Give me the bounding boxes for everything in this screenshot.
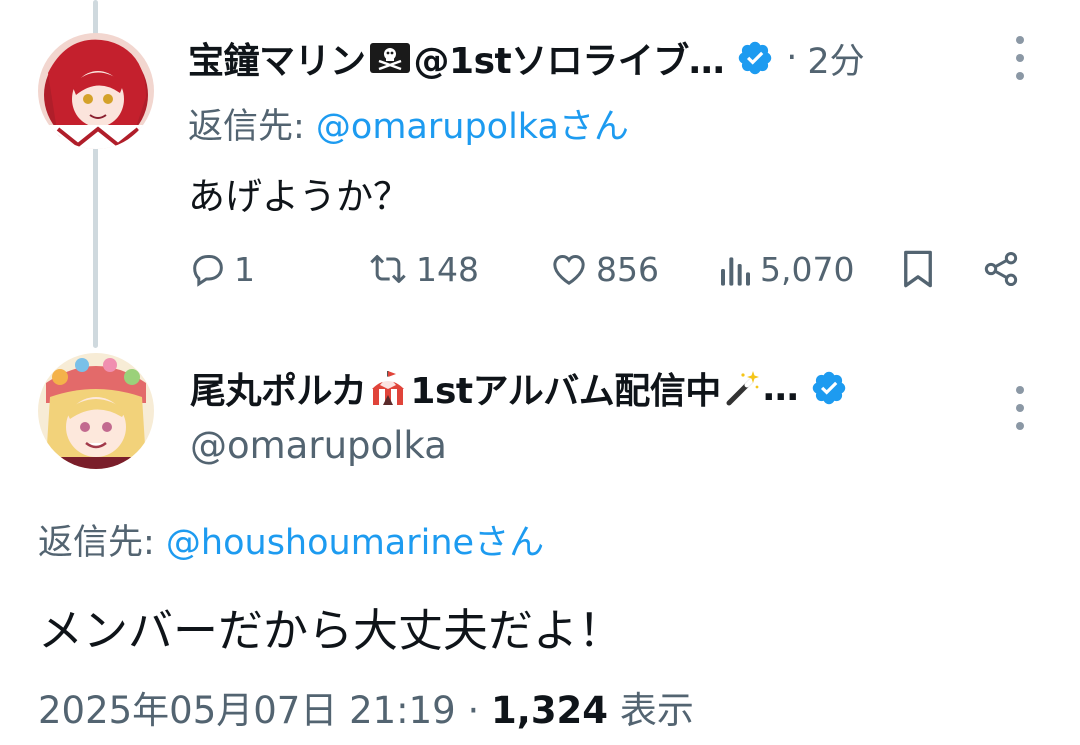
tweet-timestamp[interactable]: 2025年05月07日 21:19 [38,689,456,732]
tweet-text: メンバーだから大丈夫だよ！ [38,604,624,657]
analytics-bars-icon [718,249,754,289]
reply-to-label: 返信先: [188,107,316,147]
reply-button[interactable]: 1 [188,244,255,294]
reply-to-mention-link[interactable]: @omarupolkaさん [316,107,629,147]
name-ellipsis: … [762,367,799,409]
author-handle[interactable]: @omarupolka [190,424,447,467]
retweet-icon [366,249,410,289]
reply-to-mention-link[interactable]: @houshoumarineさん [166,523,544,563]
views-count: 5,070 [760,249,855,289]
verified-badge-icon [736,39,774,77]
circus-tent-icon [368,369,408,407]
author-name-suffix[interactable]: 1stアルバム配信中 [410,362,721,414]
like-button[interactable]: 856 [548,244,659,294]
magic-wand-icon [723,369,761,407]
more-options-icon[interactable] [1014,386,1026,430]
avatar-omarupolka[interactable] [38,353,154,469]
reply-to-label: 返信先: [38,523,166,563]
reply-tweet-header: 尾丸ポルカ 1stアルバム配信中 … [190,360,848,416]
heart-icon [548,249,590,289]
views-button[interactable]: 5,070 [718,244,854,294]
author-display-name[interactable]: 尾丸ポルカ [190,362,367,414]
view-count: 1,324 [491,689,609,732]
verified-badge-icon [810,369,848,407]
author-name-suffix[interactable]: @1stソロライブ… [414,32,725,84]
like-count: 856 [596,249,659,289]
reply-icon [188,249,228,289]
author-display-name[interactable]: 宝鐘マリン [188,32,366,84]
parent-tweet-header: 宝鐘マリン @1stソロライブ… · 2分 [188,30,865,86]
tweet-text: あげようか？ [188,175,410,218]
avatar-houshoumarine[interactable] [38,33,154,149]
tweet-action-bar: 1 148 856 5,070 [188,244,1028,294]
pirate-flag-icon [368,41,412,75]
retweet-button[interactable]: 148 [366,244,479,294]
reply-to-line: 返信先: @omarupolkaさん [188,98,629,149]
reply-count: 1 [234,249,255,289]
bookmark-icon [900,248,936,290]
reply-to-line: 返信先: @houshoumarineさん [38,514,544,565]
header-separator: · [786,38,798,78]
tweet-meta: 2025年05月07日 21:19 · 1,324 表示 [38,680,694,734]
retweet-count: 148 [416,249,479,289]
bookmark-button[interactable] [900,244,936,294]
more-options-icon[interactable] [1014,36,1026,80]
share-icon [980,249,1022,289]
share-button[interactable] [980,244,1022,294]
tweet-thread: 宝鐘マリン @1stソロライブ… · 2分 返信先: @omarupolkaさん… [0,0,1080,745]
view-label: 表示 [619,689,694,732]
tweet-relative-time[interactable]: 2分 [807,33,864,84]
meta-separator: · [467,689,480,732]
